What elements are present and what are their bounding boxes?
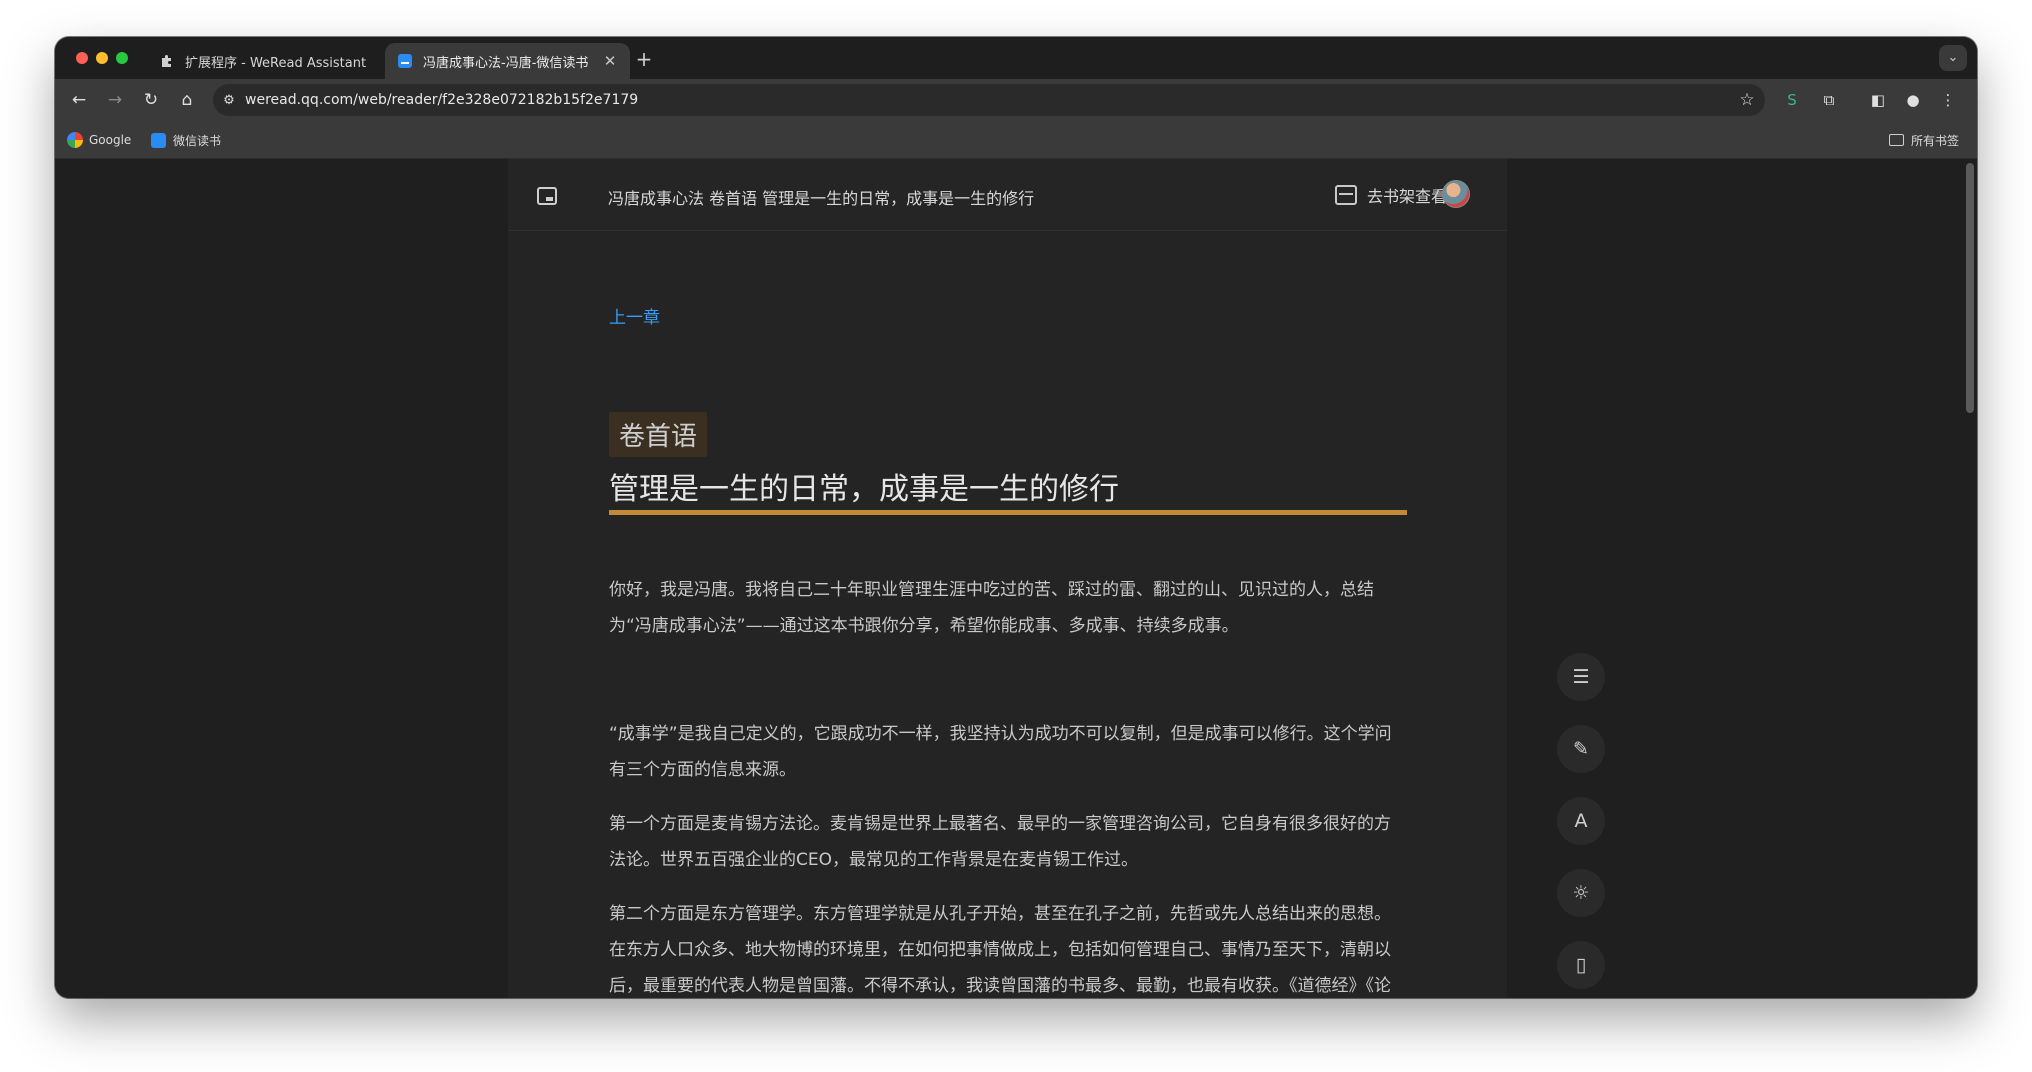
reader-header: 冯唐成事心法 卷首语 管理是一生的日常，成事是一生的修行 去书架查看 bbox=[508, 159, 1507, 231]
phone-icon[interactable]: ▯ bbox=[1557, 941, 1605, 989]
minimize-window-button[interactable] bbox=[96, 52, 108, 64]
paragraph: 第一个方面是麦肯锡方法论。麦肯锡是世界上最著名、最早的一家管理咨询公司，它自身有… bbox=[609, 814, 1391, 870]
extension-s-icon[interactable]: S bbox=[1780, 89, 1804, 111]
note-icon[interactable]: ✎ bbox=[1557, 725, 1605, 773]
browser-toolbar: ← → ↻ ⌂ ⚙ weread.qq.com/web/reader/f2e32… bbox=[55, 79, 1977, 121]
reload-icon[interactable]: ↻ bbox=[139, 89, 163, 111]
tab-title: 冯唐成事心法-冯唐-微信读书 bbox=[423, 55, 589, 71]
brightness-icon[interactable]: ☼ bbox=[1557, 869, 1605, 917]
page-viewport: 冯唐成事心法 卷首语 管理是一生的日常，成事是一生的修行 去书架查看 上一章 卷… bbox=[55, 159, 1977, 998]
tab-title: 扩展程序 - WeRead Assistant bbox=[185, 55, 367, 71]
go-to-shelf-button[interactable]: 去书架查看 bbox=[1335, 183, 1447, 207]
volume-tag: 卷首语 bbox=[609, 412, 708, 457]
bookmark-folder-label: 所有书签 bbox=[1911, 133, 1960, 148]
puzzle-icon bbox=[162, 55, 171, 67]
google-icon bbox=[67, 132, 83, 148]
bookmark-star-icon[interactable]: ☆ bbox=[1729, 90, 1765, 110]
profile-icon[interactable]: ● bbox=[1901, 89, 1925, 111]
bookmark-label: 微信读书 bbox=[173, 133, 222, 148]
extensions-icon[interactable]: ⧉ bbox=[1817, 89, 1841, 111]
paragraph: 第二个方面是东方管理学。东方管理学就是从孔子开始，甚至在孔子之前，先哲或先人总结… bbox=[609, 904, 1391, 996]
site-info-icon[interactable]: ⚙ bbox=[213, 93, 245, 108]
shelf-label: 去书架查看 bbox=[1367, 187, 1448, 206]
home-icon[interactable]: ⌂ bbox=[175, 89, 199, 111]
forward-icon[interactable]: → bbox=[103, 89, 127, 111]
paragraph: 你好，我是冯唐。我将自己二十年职业管理生涯中吃过的苦、踩过的雷、翻过的山、见识过… bbox=[609, 580, 1374, 636]
paragraph: “成事学”是我自己定义的，它跟成功不一样，我坚持认为成功不可以复制，但是成事可以… bbox=[609, 724, 1392, 780]
reader-header-title: 冯唐成事心法 卷首语 管理是一生的日常，成事是一生的修行 bbox=[608, 189, 1035, 208]
maximize-window-button[interactable] bbox=[116, 52, 128, 64]
close-window-button[interactable] bbox=[76, 52, 88, 64]
toc-icon[interactable]: ☰ bbox=[1557, 653, 1605, 701]
bookshelf-icon bbox=[1335, 185, 1357, 205]
folder-icon bbox=[1889, 134, 1904, 146]
bookmark-google[interactable]: Google bbox=[67, 131, 131, 149]
reader-panel: 冯唐成事心法 卷首语 管理是一生的日常，成事是一生的修行 去书架查看 上一章 卷… bbox=[508, 159, 1507, 998]
url-text: weread.qq.com/web/reader/f2e328e072182b1… bbox=[245, 92, 639, 108]
avatar[interactable] bbox=[1442, 180, 1470, 208]
bookmark-weread[interactable]: 微信读书 bbox=[151, 131, 221, 149]
tab-strip: 扩展程序 - WeRead Assistant ✕ 冯唐成事心法-冯唐-微信读书… bbox=[55, 37, 1977, 79]
prev-chapter-link[interactable]: 上一章 bbox=[609, 303, 660, 328]
menu-icon[interactable]: ⋮ bbox=[1936, 89, 1960, 111]
new-tab-button[interactable]: + bbox=[630, 45, 658, 73]
tab-weread[interactable]: 冯唐成事心法-冯唐-微信读书 ✕ bbox=[385, 43, 630, 79]
side-panel-icon[interactable]: ◧ bbox=[1866, 89, 1890, 111]
catalog-toggle-icon[interactable] bbox=[537, 187, 557, 205]
chapter-title: 管理是一生的日常，成事是一生的修行 bbox=[609, 472, 1119, 507]
title-underline bbox=[609, 510, 1407, 515]
weread-icon bbox=[151, 132, 166, 148]
scrollbar[interactable] bbox=[1965, 159, 1975, 998]
tab-close-icon[interactable]: ✕ bbox=[602, 52, 618, 70]
bookmark-label: Google bbox=[89, 133, 132, 147]
bookmarks-bar: Google 微信读书 所有书签 bbox=[55, 121, 1977, 159]
scroll-thumb[interactable] bbox=[1966, 163, 1974, 413]
back-icon[interactable]: ← bbox=[67, 89, 91, 111]
address-bar[interactable]: ⚙ weread.qq.com/web/reader/f2e328e072182… bbox=[213, 84, 1765, 116]
font-icon[interactable]: A bbox=[1557, 797, 1605, 845]
weread-icon bbox=[398, 54, 412, 68]
browser-window: 扩展程序 - WeRead Assistant ✕ 冯唐成事心法-冯唐-微信读书… bbox=[55, 37, 1977, 998]
all-bookmarks-folder[interactable]: 所有书签 bbox=[1889, 131, 1959, 149]
tab-search-button[interactable]: ⌄ bbox=[1939, 45, 1967, 71]
